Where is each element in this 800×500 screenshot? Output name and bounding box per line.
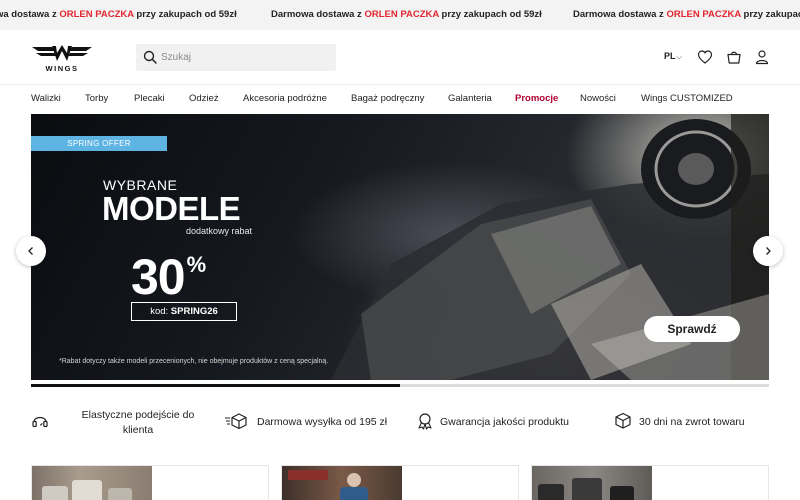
search-icon[interactable] — [143, 50, 157, 64]
suitcase-image — [42, 480, 132, 500]
promo-message: wa dostawa z ORLEN PACZKA przy zakupach … — [0, 9, 237, 20]
cart-icon[interactable] — [726, 49, 742, 65]
hero-subheading: dodatkowy rabat — [186, 226, 253, 236]
hero-heading-line2: MODELE — [102, 190, 241, 227]
percent-sign: % — [186, 252, 207, 277]
code-label: kod: — [150, 306, 171, 317]
category-card[interactable] — [281, 465, 519, 500]
usp-quality: Gwarancja jakości produktu — [416, 402, 586, 442]
chevron-down-icon: ⌵ — [676, 54, 682, 61]
nav-item-customized[interactable]: Wings CUSTOMIZED — [641, 93, 733, 104]
hero-discount: 30% — [131, 248, 207, 306]
delivery-box-icon — [225, 413, 247, 430]
usp-customer-line1: Elastyczne podejście do — [81, 409, 195, 421]
slider-next-button[interactable] — [753, 236, 783, 266]
hero-cta-button[interactable]: Sprawdź — [644, 316, 740, 342]
search-input[interactable] — [161, 44, 331, 71]
promo-message: Darmowa dostawa z ORLEN PACZKA przy zaku… — [573, 9, 800, 20]
usp-returns-text: 30 dni na zwrot towaru — [639, 416, 745, 428]
hero-banner[interactable]: SPRING OFFER WYBRANE MODELE dodatkowy ra… — [31, 114, 769, 380]
slider-progress-fill — [31, 384, 400, 387]
category-card-image — [282, 466, 402, 500]
nav-item-nowosci[interactable]: Nowości — [580, 93, 616, 104]
slider-progress[interactable] — [31, 384, 769, 387]
usp-shipping-text: Darmowa wysyłka od 195 zł — [257, 416, 388, 428]
usp-customer: Elastyczne podejście do klienta — [31, 402, 221, 442]
code-value: SPRING26 — [170, 306, 218, 317]
category-card-image — [32, 466, 152, 500]
nav-item-odziez[interactable]: Odzież — [189, 93, 219, 104]
promo-ticker: wa dostawa z ORLEN PACZKA przy zakupach … — [0, 0, 800, 30]
discount-value: 30 — [131, 249, 186, 305]
site-header: WINGS PL⌵ — [0, 30, 800, 85]
nav-item-galanteria[interactable]: Galanteria — [448, 93, 492, 104]
spring-offer-badge: SPRING OFFER — [31, 136, 167, 151]
promo-message: Darmowa dostawa z ORLEN PACZKA przy zaku… — [271, 9, 542, 20]
category-card[interactable] — [531, 465, 769, 500]
nav-item-walizki[interactable]: Walizki — [31, 93, 61, 104]
category-card-image — [532, 466, 652, 500]
nav-item-torby[interactable]: Torby — [85, 93, 108, 104]
return-box-icon — [615, 412, 631, 429]
language-label: PL — [664, 51, 676, 61]
wings-logo-mark: WINGS — [32, 45, 92, 73]
hero-disclaimer: *Rabat dotyczy także modeli przecenionyc… — [59, 358, 329, 365]
category-card[interactable] — [31, 465, 269, 500]
nav-item-promocje[interactable]: Promocje — [515, 93, 558, 104]
nav-item-akcesoria[interactable]: Akcesoria podróżne — [243, 93, 327, 104]
usp-returns: 30 dni na zwrot towaru — [614, 402, 774, 442]
svg-text:WINGS: WINGS — [46, 64, 79, 73]
chevron-right-icon — [766, 247, 771, 255]
quality-badge-icon — [418, 413, 432, 430]
language-selector[interactable]: PL⌵ — [664, 51, 682, 62]
search-box[interactable] — [136, 44, 336, 71]
discount-code: kod: SPRING26 — [131, 302, 237, 321]
usp-customer-text: Elastyczne podejście do klienta — [73, 408, 203, 438]
headset-icon — [32, 416, 48, 428]
slider-prev-button[interactable] — [16, 236, 46, 266]
chevron-left-icon — [28, 247, 33, 255]
luggage-set-image — [538, 478, 634, 500]
nav-item-plecaki[interactable]: Plecaki — [134, 93, 165, 104]
heart-icon[interactable] — [697, 49, 713, 65]
usp-quality-text: Gwarancja jakości produktu — [440, 416, 569, 428]
wings-logo[interactable]: WINGS — [30, 43, 94, 73]
user-icon[interactable] — [754, 49, 770, 65]
usp-shipping: Darmowa wysyłka od 195 zł — [224, 402, 394, 442]
usp-customer-line2: klienta — [122, 424, 154, 436]
nav-item-bagaz[interactable]: Bagaż podręczny — [351, 93, 424, 104]
main-navigation: Walizki Torby Plecaki Odzież Akcesoria p… — [0, 86, 800, 112]
traveler-image — [288, 470, 368, 500]
